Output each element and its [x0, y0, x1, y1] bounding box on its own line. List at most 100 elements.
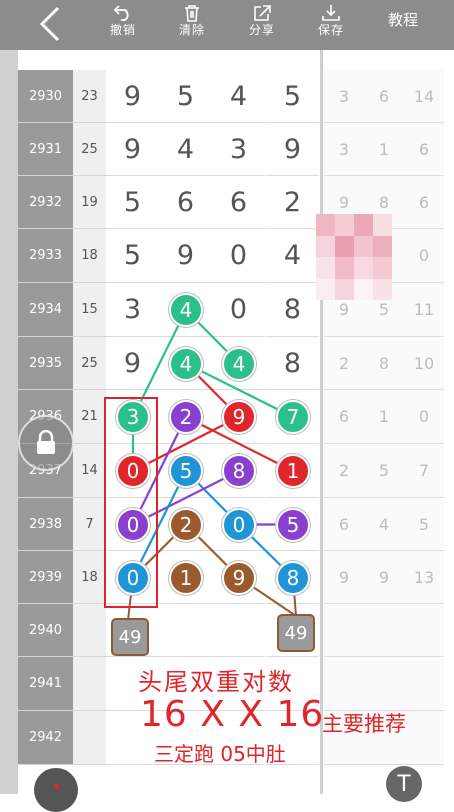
badge-right: 49: [277, 614, 315, 652]
issue-number: 2942: [18, 711, 73, 765]
stat-cell: 10: [404, 337, 444, 390]
number-ball[interactable]: 8: [222, 454, 256, 488]
lock-button[interactable]: [18, 415, 74, 471]
digit-cell[interactable]: 5: [159, 70, 212, 123]
sum-value: 23: [73, 70, 106, 123]
digit-cell[interactable]: 2: [266, 176, 319, 229]
stat-cell: 2: [324, 444, 364, 498]
stat-cell: 5: [404, 498, 444, 551]
number-ball[interactable]: 5: [276, 507, 310, 542]
number-ball[interactable]: 8: [276, 560, 310, 595]
number-ball[interactable]: 1: [276, 454, 310, 488]
issue-number: 2934: [18, 283, 73, 337]
stat-cell: 0: [404, 390, 444, 444]
number-ball[interactable]: 4: [222, 346, 256, 381]
digit-cell[interactable]: 5: [106, 229, 159, 283]
share-label: 分享: [248, 23, 275, 37]
digit-cell[interactable]: 5: [106, 176, 159, 229]
digit-cell[interactable]: 9: [106, 123, 159, 176]
number-ball[interactable]: 1: [169, 560, 203, 595]
stat-cell: 7: [404, 444, 444, 498]
digit-cell[interactable]: 8: [266, 283, 319, 337]
issue-number: 2935: [18, 337, 73, 390]
lock-icon: [37, 430, 55, 454]
stat-cell: [404, 604, 444, 657]
digit-cell[interactable]: 6: [159, 176, 212, 229]
digit-cell[interactable]: 4: [159, 123, 212, 176]
sum-value: 18: [73, 229, 106, 283]
back-button[interactable]: [30, 0, 70, 50]
digit-cell[interactable]: 3: [212, 123, 265, 176]
digit-cell[interactable]: 9: [106, 337, 159, 390]
table-row: 2930 23 9 5 4 5 3 6 14: [0, 70, 454, 123]
digit-cell[interactable]: 4: [212, 70, 265, 123]
stat-cell: 14: [404, 70, 444, 123]
toolbar: 撤销 清除 分享 保存 教程: [0, 0, 454, 50]
share-icon: [254, 5, 271, 21]
issue-number: 2932: [18, 176, 73, 229]
text-tool-button[interactable]: T: [386, 766, 422, 802]
clear-button[interactable]: 清除: [174, 0, 210, 50]
save-label: 保存: [317, 23, 344, 37]
number-ball[interactable]: 5: [169, 454, 203, 488]
digit-cell[interactable]: 0: [212, 229, 265, 283]
number-ball[interactable]: 7: [276, 400, 310, 434]
stat-cell: [364, 604, 404, 657]
digit-cell[interactable]: 6: [212, 176, 265, 229]
stat-cell: 0: [404, 229, 444, 283]
digit-cell[interactable]: 9: [159, 229, 212, 283]
stat-cell: [324, 657, 364, 711]
stat-cell: 6: [404, 176, 444, 229]
tutorial-button[interactable]: 教程: [378, 0, 428, 50]
save-button[interactable]: 保存: [313, 0, 349, 50]
stat-cell: 3: [324, 123, 364, 176]
stat-cell: 1: [364, 390, 404, 444]
number-ball[interactable]: 2: [169, 400, 203, 434]
clear-label: 清除: [178, 23, 205, 37]
issue-number: 2931: [18, 123, 73, 176]
digit-cell[interactable]: [159, 604, 212, 657]
download-icon: [322, 5, 340, 21]
sum-value: 14: [73, 444, 106, 498]
back-arrow-icon: [39, 6, 60, 42]
digit-cell[interactable]: 9: [106, 70, 159, 123]
undo-button[interactable]: 撤销: [105, 0, 141, 50]
digit-cell[interactable]: 5: [266, 70, 319, 123]
issue-number: 2941: [18, 657, 73, 711]
stat-cell: 5: [364, 444, 404, 498]
number-ball[interactable]: 9: [222, 560, 256, 595]
annotation-recommend: 主要推荐: [322, 712, 406, 736]
record-button[interactable]: [34, 768, 78, 812]
undo-icon: [113, 5, 129, 21]
sum-value: [73, 604, 106, 657]
sum-value: [73, 711, 106, 765]
digit-cell[interactable]: 9: [266, 123, 319, 176]
stat-cell: 4: [364, 498, 404, 551]
sum-value: 25: [73, 337, 106, 390]
digit-cell[interactable]: [212, 604, 265, 657]
number-ball[interactable]: 0: [222, 507, 256, 542]
digit-cell[interactable]: 4: [266, 229, 319, 283]
digit-cell[interactable]: 0: [212, 283, 265, 337]
number-ball[interactable]: 4: [169, 293, 203, 327]
digit-cell[interactable]: 8: [266, 337, 319, 390]
annotation-title: 头尾双重对数: [138, 668, 294, 696]
number-ball[interactable]: 9: [222, 400, 256, 434]
stat-cell: [404, 711, 444, 765]
sum-value: 18: [73, 551, 106, 604]
share-button[interactable]: 分享: [244, 0, 280, 50]
stat-cell: 9: [364, 551, 404, 604]
stat-cell: 2: [324, 337, 364, 390]
digit-cell[interactable]: 3: [106, 283, 159, 337]
sum-value: 21: [73, 390, 106, 444]
sum-value: 25: [73, 123, 106, 176]
badge-left: 49: [111, 618, 149, 656]
sum-value: 15: [73, 283, 106, 337]
table-row: 2931 25 9 4 3 9 3 1 6: [0, 123, 454, 176]
stat-cell: 3: [324, 70, 364, 123]
stat-cell: 9: [324, 551, 364, 604]
annotation-formula: 16 X X 16: [140, 694, 325, 735]
number-ball[interactable]: 4: [169, 346, 203, 381]
annotation-note: 三定跑 05中肚: [154, 742, 286, 766]
number-ball[interactable]: 2: [169, 507, 203, 542]
